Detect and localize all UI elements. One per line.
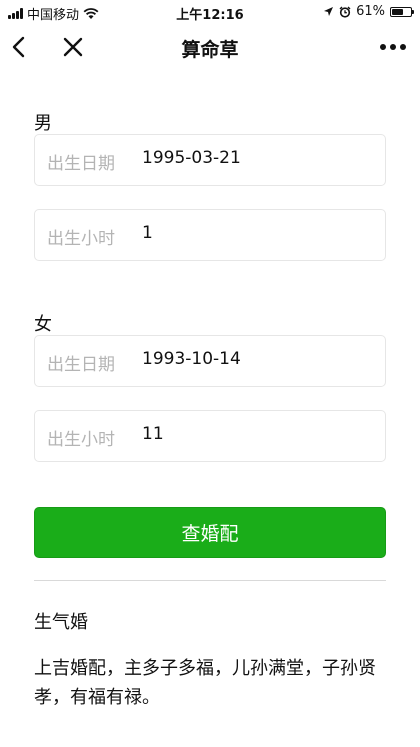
battery-fill [392, 8, 403, 15]
page-title: 算命草 [181, 39, 239, 61]
female-birth-hour-field[interactable]: 出生小时 11 [34, 410, 386, 462]
status-right: 61% [323, 4, 414, 19]
male-birth-date-label: 出生日期 [47, 154, 115, 174]
male-birth-date-value[interactable]: 1995-03-21 [142, 148, 372, 168]
female-section-label: 女 [34, 314, 52, 335]
male-birth-hour-label: 出生小时 [47, 229, 115, 249]
nav-bar: 算命草 [0, 24, 420, 70]
female-birth-date-field[interactable]: 出生日期 1993-10-14 [34, 335, 386, 387]
battery-icon [390, 6, 414, 17]
match-button[interactable]: 查婚配 [34, 507, 386, 558]
divider [34, 580, 386, 581]
location-icon [324, 7, 334, 16]
alarm-icon [339, 6, 351, 18]
more-dots-icon[interactable] [380, 44, 406, 50]
result-title: 生气婚 [34, 612, 88, 633]
female-birth-date-label: 出生日期 [47, 355, 115, 375]
female-birth-hour-value[interactable]: 11 [142, 424, 372, 444]
male-birth-hour-field[interactable]: 出生小时 1 [34, 209, 386, 261]
status-bar: 中国移动 上午12:16 61% [0, 0, 420, 24]
result-description: 上吉婚配，主多子多福，儿孙满堂，子孙贤孝，有福有禄。 [34, 658, 376, 708]
female-birth-date-value[interactable]: 1993-10-14 [142, 349, 372, 369]
match-button-label: 查婚配 [181, 523, 239, 545]
battery-percent: 61% [356, 4, 385, 19]
female-birth-hour-label: 出生小时 [47, 430, 115, 450]
male-section-label: 男 [34, 113, 52, 134]
male-birth-hour-value[interactable]: 1 [142, 223, 372, 243]
male-birth-date-field[interactable]: 出生日期 1995-03-21 [34, 134, 386, 186]
